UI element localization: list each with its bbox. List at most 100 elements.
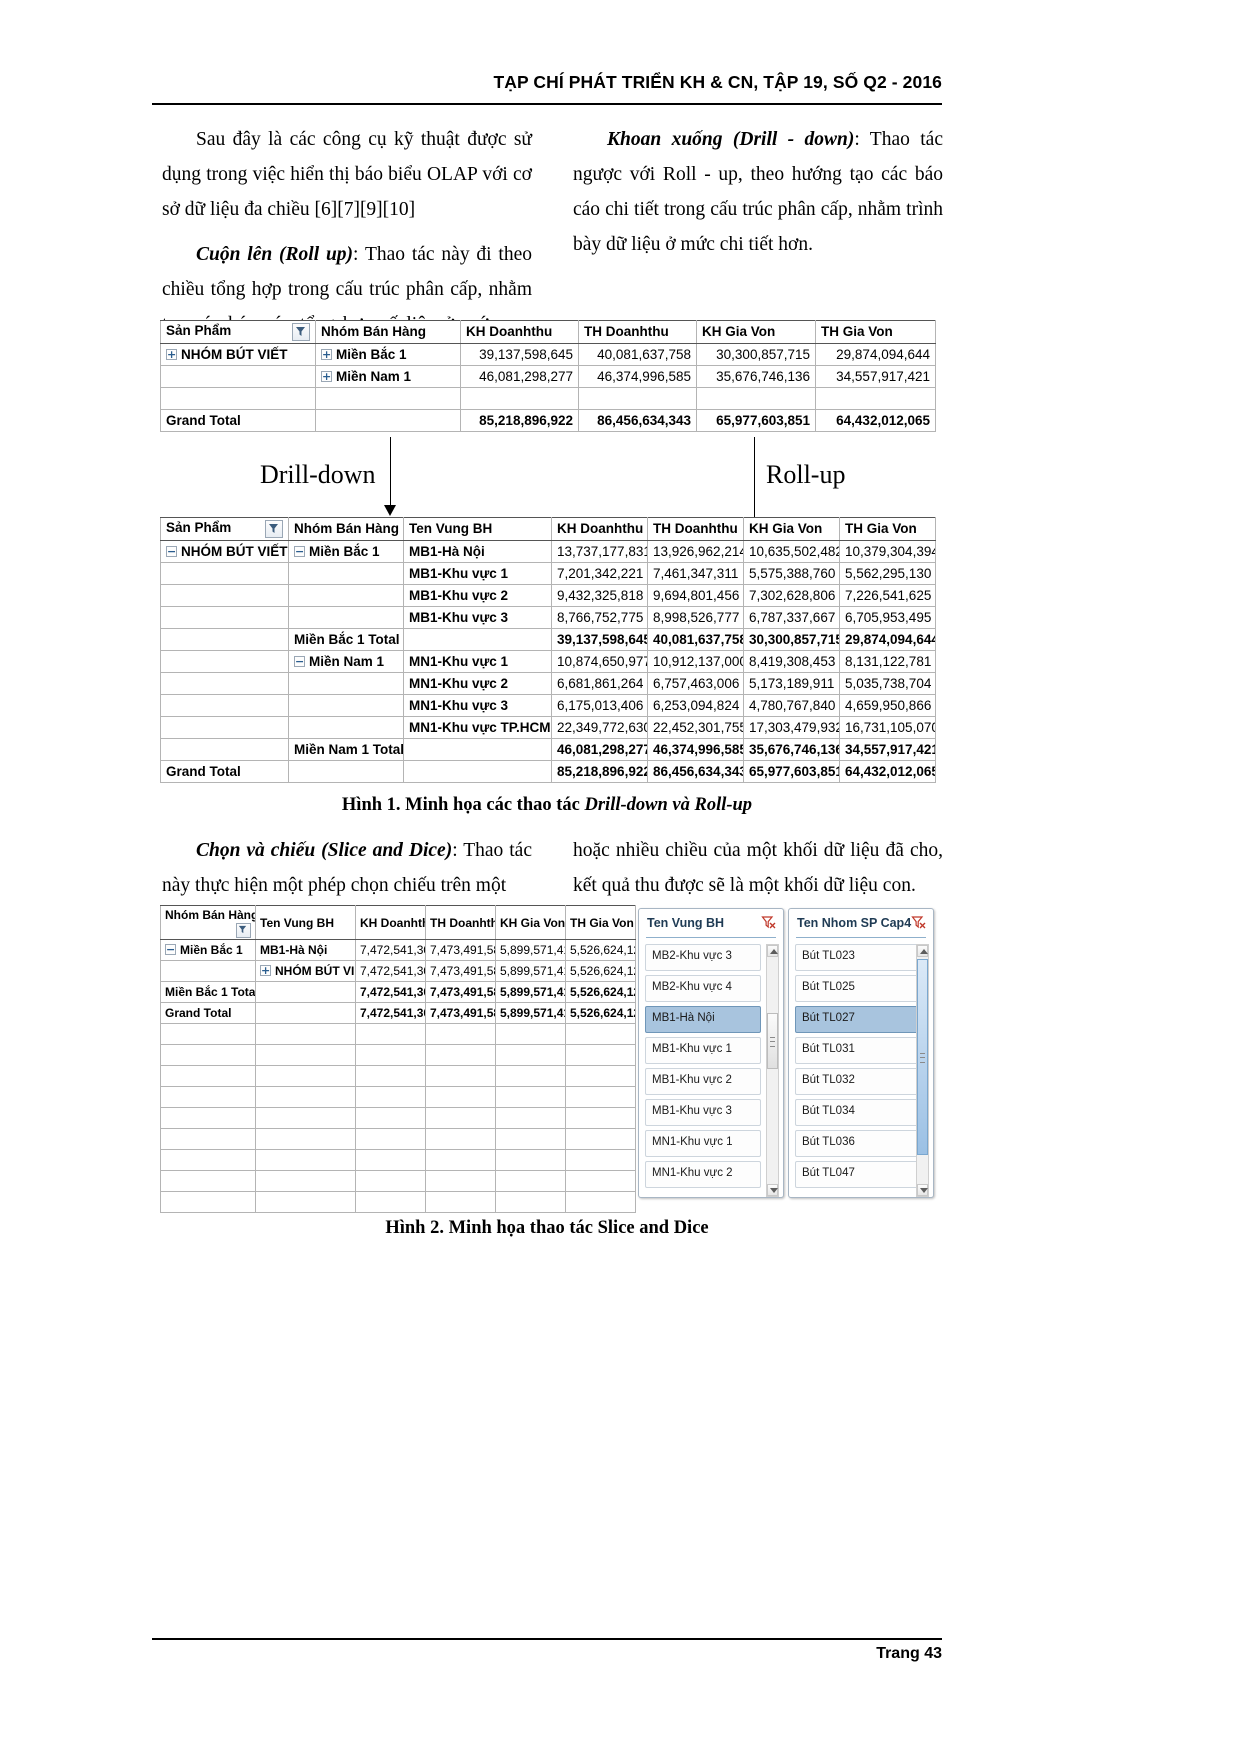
cell-product[interactable]: + NHÓM BÚT VIẾT: [160, 343, 316, 366]
slicer-item[interactable]: MB2-Khu vực 3: [645, 944, 761, 971]
table-row[interactable]: MN1-Khu vực 3 6,175,013,406 6,253,094,824 4…: [160, 694, 936, 717]
scroll-up-icon[interactable]: [767, 945, 778, 957]
slicer-item[interactable]: Bút TL032: [795, 1068, 921, 1095]
cell-region[interactable]: MB1-Khu vực 1: [403, 562, 552, 585]
slicer-items[interactable]: MB2-Khu vực 3 MB2-Khu vực 4 MB1-Hà Nội MB1-…: [639, 939, 783, 1197]
slicer-item[interactable]: Bút TL027: [795, 1006, 921, 1033]
column-header-nhom-ban-hang[interactable]: Nhóm Bán Hàng: [315, 320, 461, 344]
column-header-th-gia-von[interactable]: TH Gia Von: [815, 320, 936, 344]
slicer-item[interactable]: MN1-Khu vực 1: [645, 1130, 761, 1157]
slicer-item[interactable]: Bút TL031: [795, 1037, 921, 1064]
column-header-san-pham[interactable]: Sản Phẩm: [160, 517, 289, 541]
filter-icon[interactable]: [236, 923, 251, 938]
column-header-ten-vung-bh[interactable]: Ten Vung BH: [403, 517, 552, 541]
slicer-ten-vung-bh[interactable]: Ten Vung BH MB2-Khu vực 3 MB2-Khu vực 4 MB…: [638, 908, 784, 1198]
slicer-item[interactable]: Bút TL023: [795, 944, 921, 971]
column-header-kh-gia-von[interactable]: KH Gia Von: [495, 905, 566, 940]
pivot-table-rolled-up[interactable]: Sản Phẩm Nhóm Bán Hàng KH Doanhthu TH Do…: [160, 320, 936, 432]
cell-region[interactable]: MB1-Hà Nội: [255, 939, 356, 961]
slicer-item[interactable]: MN1-Khu vực 2: [645, 1161, 761, 1188]
slicer-scrollbar[interactable]: [916, 944, 929, 1197]
scroll-down-icon[interactable]: [767, 1184, 778, 1196]
cell-blank: [565, 1107, 636, 1129]
slicer-scrollbar[interactable]: [766, 944, 779, 1197]
table-row[interactable]: MB1-Khu vực 3 8,766,752,775 8,998,526,777 6…: [160, 606, 936, 629]
scrollbar-thumb[interactable]: [917, 959, 928, 1155]
table-row[interactable]: MN1-Khu vực 2 6,681,861,264 6,757,463,006 5…: [160, 672, 936, 695]
column-header-kh-gia-von[interactable]: KH Gia Von: [696, 320, 816, 344]
table-row[interactable]: MB1-Khu vực 2 9,432,325,818 9,694,801,456 7…: [160, 584, 936, 607]
column-header-kh-doanhthu[interactable]: KH Doanhthu: [551, 517, 648, 541]
collapse-icon[interactable]: −: [294, 655, 305, 667]
expand-icon[interactable]: +: [321, 348, 332, 360]
scroll-up-icon[interactable]: [917, 945, 928, 957]
cell-product[interactable]: − NHÓM BÚT VIẾT: [160, 540, 289, 563]
collapse-icon[interactable]: −: [165, 944, 176, 955]
column-header-nhom-ban-hang[interactable]: Nhóm Bán Hàng: [288, 517, 404, 541]
slicer-item[interactable]: Bút TL034: [795, 1099, 921, 1126]
collapse-icon[interactable]: −: [294, 545, 305, 557]
column-header-kh-doanhthu[interactable]: KH Doanhthu: [460, 320, 579, 344]
scrollbar-thumb[interactable]: [767, 1013, 778, 1069]
cell-group[interactable]: − Miền Bắc 1: [160, 939, 256, 961]
slicer-item[interactable]: MB1-Khu vực 2: [645, 1068, 761, 1095]
slicer-item[interactable]: MB2-Khu vực 4: [645, 975, 761, 1002]
cell-group-subtotal[interactable]: Miền Nam 1 Total: [288, 738, 404, 761]
collapse-icon[interactable]: −: [166, 545, 177, 557]
column-header-san-pham[interactable]: Sản Phẩm: [160, 320, 316, 344]
column-header-ten-vung-bh[interactable]: Ten Vung BH: [255, 905, 356, 940]
cell-group[interactable]: − Miền Nam 1: [288, 650, 404, 673]
column-header-th-doanhthu[interactable]: TH Doanhthu: [578, 320, 697, 344]
column-header-nhom-ban-hang[interactable]: Nhóm Bán Hàng: [160, 905, 256, 940]
cell-group[interactable]: + Miền Nam 1: [315, 365, 461, 388]
table-row[interactable]: MN1-Khu vực TP.HCM 22,349,772,630 22,452,3…: [160, 716, 936, 739]
cell-group[interactable]: + Miền Bắc 1: [315, 343, 461, 366]
slicer-item[interactable]: Bút TL036: [795, 1130, 921, 1157]
column-header-th-doanhthu[interactable]: TH Doanhthu: [425, 905, 496, 940]
cell-region[interactable]: MN1-Khu vực 3: [403, 694, 552, 717]
table-row-subtotal[interactable]: Miền Bắc 1 Total 7,472,541,3007,473,491,5…: [160, 981, 636, 1003]
clear-filter-icon[interactable]: [911, 915, 926, 930]
column-header-th-gia-von[interactable]: TH Gia Von: [565, 905, 636, 940]
slicer-item[interactable]: MB1-Khu vực 3: [645, 1099, 761, 1126]
table-row[interactable]: − Miền Nam 1 MN1-Khu vực 1 10,874,650,977 10…: [160, 650, 936, 673]
slicer-item[interactable]: MB1-Hà Nội: [645, 1006, 761, 1033]
slicer-item[interactable]: Bút TL025: [795, 975, 921, 1002]
column-header-th-gia-von[interactable]: TH Gia Von: [839, 517, 936, 541]
expand-icon[interactable]: +: [321, 370, 332, 382]
pivot-table-drilled-down[interactable]: Sản Phẩm Nhóm Bán Hàng Ten Vung BH KH Do…: [160, 517, 936, 783]
cell-region[interactable]: MN1-Khu vực 2: [403, 672, 552, 695]
filter-icon[interactable]: [292, 323, 310, 341]
cell-region[interactable]: MN1-Khu vực 1: [403, 650, 552, 673]
column-header-th-doanhthu[interactable]: TH Doanhthu: [647, 517, 744, 541]
expand-icon[interactable]: +: [166, 348, 177, 360]
filter-icon[interactable]: [265, 520, 283, 538]
clear-filter-icon[interactable]: [761, 915, 776, 930]
cell-region[interactable]: MB1-Khu vực 2: [403, 584, 552, 607]
slicer-item[interactable]: Bút TL047: [795, 1161, 921, 1188]
column-header-kh-doanhthu[interactable]: KH Doanhthu: [355, 905, 426, 940]
table-row-subtotal[interactable]: Miền Nam 1 Total 46,081,298,277 46,374,996…: [160, 738, 936, 761]
cell-region[interactable]: + NHÓM BÚT VIẾT: [255, 960, 356, 982]
table-row[interactable]: + NHÓM BÚT VIẾT7,472,541,3007,473,491,582…: [160, 960, 636, 982]
cell-region[interactable]: MB1-Khu vực 3: [403, 606, 552, 629]
slicer-items[interactable]: Bút TL023 Bút TL025 Bút TL027 Bút TL031 Bút …: [789, 939, 933, 1197]
cell-group[interactable]: − Miền Bắc 1: [288, 540, 404, 563]
cell-region[interactable]: MN1-Khu vực TP.HCM: [403, 716, 552, 739]
pivot-table-slice-dice[interactable]: Nhóm Bán Hàng Ten Vung BH KH Doanhthu TH…: [160, 905, 636, 1213]
expand-icon[interactable]: +: [260, 965, 271, 976]
table-row[interactable]: MB1-Khu vực 1 7,201,342,221 7,461,347,311 5…: [160, 562, 936, 585]
table-row[interactable]: −Miền Bắc 1 MB1-Hà Nội 7,472,541,3007,473,…: [160, 939, 636, 961]
cell-group[interactable]: Miền Bắc 1 Total: [160, 981, 256, 1003]
scroll-down-icon[interactable]: [917, 1184, 928, 1196]
table-row[interactable]: + NHÓM BÚT VIẾT + Miền Bắc 1 39,137,598,64…: [160, 343, 936, 366]
table-row[interactable]: + Miền Nam 1 46,081,298,277 46,374,996,58…: [160, 365, 936, 388]
table-row[interactable]: − NHÓM BÚT VIẾT − Miền Bắc 1 MB1-Hà Nội 13,73…: [160, 540, 936, 563]
column-header-kh-gia-von[interactable]: KH Gia Von: [743, 517, 840, 541]
slicer-ten-nhom-sp-cap4[interactable]: Ten Nhom SP Cap4 Bút TL023 Bút TL025 Bút T…: [788, 908, 934, 1198]
cell-region[interactable]: MB1-Hà Nội: [403, 540, 552, 563]
table-row-subtotal[interactable]: Miền Bắc 1 Total 39,137,598,645 40,081,637…: [160, 628, 936, 651]
table-row-blank: [160, 1044, 636, 1066]
cell-group-subtotal[interactable]: Miền Bắc 1 Total: [288, 628, 404, 651]
slicer-item[interactable]: MB1-Khu vực 1: [645, 1037, 761, 1064]
